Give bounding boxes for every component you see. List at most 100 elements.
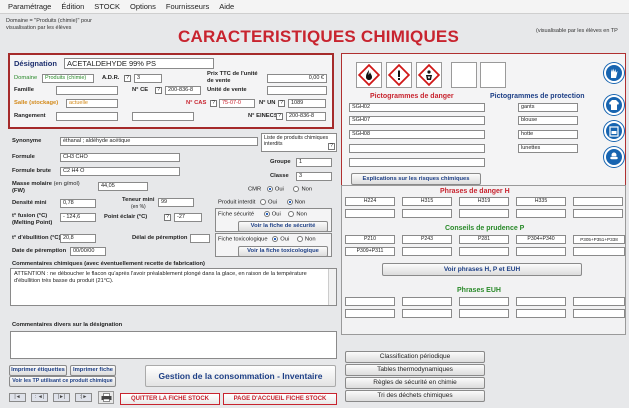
nun-input[interactable]: 1089 — [288, 99, 326, 108]
conseil-p-10[interactable] — [573, 247, 625, 256]
imprimer-etiquettes-button[interactable]: Imprimer étiquettes — [9, 365, 67, 376]
comments-desig-textarea[interactable] — [10, 331, 337, 359]
imprimer-fiche-button[interactable]: Imprimer fiche — [70, 365, 116, 376]
peremption-input[interactable]: 00/00/00 — [70, 247, 106, 256]
regles-securite-button[interactable]: Règles de sécurité en chimie — [345, 377, 485, 389]
phrase-h-3[interactable]: H319 — [459, 197, 509, 206]
interdits-list-box[interactable]: Liste de produits chimiques interdits — [261, 133, 337, 152]
densite-input[interactable]: 0,78 — [60, 199, 96, 208]
gestion-consommation-button[interactable]: Gestion de la consommation - Inventaire — [145, 365, 336, 387]
phrase-h-9[interactable] — [516, 209, 566, 218]
phrase-h-1[interactable]: H224 — [345, 197, 395, 206]
danger-code-1[interactable]: SGH02 — [349, 103, 485, 112]
fiche-tox-oui-radio[interactable] — [272, 236, 279, 242]
menu-options[interactable]: Options — [130, 2, 156, 11]
euh-5[interactable] — [573, 297, 625, 306]
phrase-h-10[interactable] — [573, 209, 623, 218]
formule-brute-input[interactable]: C2 H4 O — [60, 167, 180, 176]
rangement-input[interactable] — [56, 112, 118, 121]
phrase-h-8[interactable] — [459, 209, 509, 218]
euh-6[interactable] — [345, 309, 395, 318]
menu-parametrage[interactable]: Paramétrage — [8, 2, 51, 11]
conseil-p-8[interactable] — [459, 247, 509, 256]
tri-dechets-button[interactable]: Tri des déchets chimiques — [345, 390, 485, 402]
protection-2[interactable]: blouse — [518, 116, 578, 125]
fusion-input[interactable]: - 124,6 — [60, 213, 96, 222]
conseil-p-6[interactable]: P309+P311 — [345, 247, 395, 256]
formule-input[interactable]: CH3 CHO — [60, 153, 180, 162]
conseil-p-1[interactable]: P210 — [345, 235, 395, 244]
nce-input[interactable]: 200-836-8 — [165, 86, 201, 95]
voir-tp-button[interactable]: Voir les TP utilisant ce produit chimiqu… — [9, 376, 116, 387]
conseil-p-5[interactable]: P305+P351+P338 — [573, 235, 625, 244]
euh-7[interactable] — [402, 309, 452, 318]
tables-thermo-button[interactable]: Tables thermodynamiques — [345, 364, 485, 376]
phrase-h-5[interactable] — [573, 197, 623, 206]
synonyme-input[interactable]: éthanal ; aldéhyde acétique — [60, 137, 258, 146]
comments-chem-scrollbar[interactable] — [328, 269, 336, 305]
classe-input[interactable]: 3 — [296, 172, 332, 181]
prix-input[interactable]: 0,00 € — [267, 74, 327, 83]
voir-fiche-securite-button[interactable]: Voir la fiche de sécurité — [238, 221, 328, 232]
conseil-p-4[interactable]: P304+P340 — [516, 235, 566, 244]
voir-phrases-button[interactable]: Voir phrases H, P et EUH — [382, 263, 582, 276]
menu-stock[interactable]: STOCK — [94, 2, 120, 11]
groupe-input[interactable]: 1 — [296, 158, 332, 167]
protection-1[interactable]: gants — [518, 103, 578, 112]
nav-prev-button[interactable]: : ◄| — [31, 393, 48, 402]
nav-next-button[interactable]: |►| — [53, 393, 70, 402]
teneur-input[interactable]: 99 — [158, 198, 194, 207]
cmr-oui-radio[interactable] — [266, 186, 273, 192]
conseil-p-7[interactable] — [402, 247, 452, 256]
fiche-securite-oui-radio[interactable] — [263, 211, 270, 217]
delai-input[interactable] — [190, 234, 210, 243]
einecs-help-icon[interactable]: ? — [276, 113, 283, 120]
phrase-h-6[interactable] — [345, 209, 395, 218]
explications-button[interactable]: Explications sur les risques chimiques — [351, 173, 481, 185]
ebullition-input[interactable]: 20,8 — [60, 234, 96, 243]
quitter-button[interactable]: QUITTER LA FICHE STOCK — [120, 393, 220, 405]
designation-input[interactable]: ACETALDEHYDE 99% PS — [64, 58, 214, 69]
menu-fournisseurs[interactable]: Fournisseurs — [166, 2, 209, 11]
salle-input[interactable]: actuelle — [66, 99, 118, 108]
classification-button[interactable]: Classification périodique — [345, 351, 485, 363]
danger-code-4[interactable] — [349, 144, 485, 153]
masse-input[interactable]: 44,05 — [98, 182, 148, 191]
menu-edition[interactable]: Édition — [61, 2, 84, 11]
fiche-tox-non-radio[interactable] — [296, 236, 303, 242]
conseil-p-3[interactable]: P281 — [459, 235, 509, 244]
nav-last-button[interactable]: :|► — [75, 393, 92, 402]
nav-first-button[interactable]: |◄ — [9, 393, 26, 402]
adr-help-icon[interactable]: ? — [124, 75, 131, 82]
fiche-securite-non-radio[interactable] — [288, 211, 295, 217]
danger-code-3[interactable]: SGH08 — [349, 130, 485, 139]
accueil-button[interactable]: PAGE D'ACCUEIL FICHE STOCK — [223, 393, 337, 405]
eclair-help-icon[interactable]: ? — [164, 214, 171, 221]
menu-aide[interactable]: Aide — [219, 2, 234, 11]
euh-8[interactable] — [459, 309, 509, 318]
comments-chem-textarea[interactable]: ATTENTION : ne déboucher le flacon qu'ap… — [10, 268, 337, 306]
euh-3[interactable] — [459, 297, 509, 306]
protection-4[interactable]: lunettes — [518, 144, 578, 153]
euh-2[interactable] — [402, 297, 452, 306]
euh-4[interactable] — [516, 297, 566, 306]
interdit-oui-radio[interactable] — [260, 199, 267, 205]
voir-fiche-tox-button[interactable]: Voir la fiche toxicologique — [238, 246, 328, 257]
euh-10[interactable] — [573, 309, 625, 318]
conseil-p-9[interactable] — [516, 247, 566, 256]
unite-input[interactable] — [267, 86, 327, 95]
interdit-non-radio[interactable] — [286, 199, 293, 205]
famille-input[interactable] — [56, 86, 118, 95]
eclair-input[interactable]: -27 — [174, 213, 202, 222]
domaine-select[interactable]: Produits (chimie) — [42, 74, 94, 83]
danger-code-2[interactable]: SGH07 — [349, 116, 485, 125]
nun-help-icon[interactable]: ? — [278, 100, 285, 107]
rangement-extra-input[interactable] — [132, 112, 194, 121]
conseil-p-2[interactable]: P243 — [402, 235, 452, 244]
phrase-h-7[interactable] — [402, 209, 452, 218]
phrase-h-4[interactable]: H335 — [516, 197, 566, 206]
ncas-help-icon[interactable]: ? — [210, 100, 217, 107]
adr-input[interactable]: 3 — [134, 74, 162, 83]
danger-code-5[interactable] — [349, 158, 485, 167]
cmr-non-radio[interactable] — [293, 186, 300, 192]
